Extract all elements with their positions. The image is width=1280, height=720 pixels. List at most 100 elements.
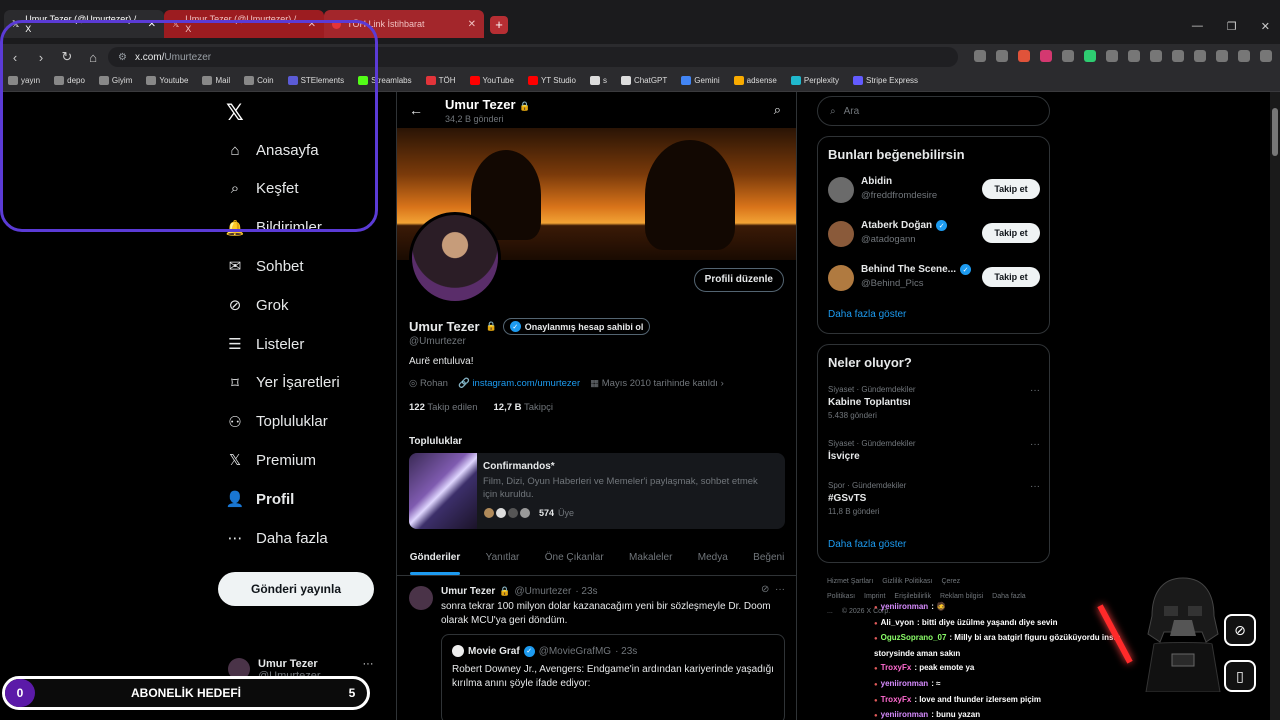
nav-item-grok[interactable]: ⊘ Grok — [226, 293, 289, 317]
search-icon[interactable]: ⌕ — [774, 102, 781, 118]
footer-link[interactable]: Imprint — [864, 593, 885, 600]
nav-item-messages[interactable]: ✉ Sohbet — [226, 254, 304, 278]
nav-item-label: Daha fazla — [256, 529, 328, 547]
tab-5[interactable]: Beğeni — [753, 542, 784, 575]
get-verified-button[interactable]: ✓ Onaylanmış hesap sahibi ol — [502, 318, 651, 335]
wallet-icon[interactable] — [1194, 50, 1206, 62]
nav-item-profile[interactable]: 👤 Profil — [226, 487, 295, 511]
suggestion-row[interactable]: Ataberk Doğan ✓ @atadogann Takip et — [828, 217, 1040, 251]
scrollbar[interactable] — [1270, 92, 1280, 720]
brave-shield-icon[interactable] — [1018, 50, 1030, 62]
trend-category: Siyaset · Gündemdekiler — [828, 439, 916, 448]
new-tab-button[interactable]: + — [490, 16, 508, 34]
community-card[interactable]: Confirmandos* Film, Dizi, Oyun Haberleri… — [409, 453, 785, 529]
footer-link[interactable]: Reklam bilgisi — [940, 593, 983, 600]
extension-icon[interactable] — [1128, 50, 1140, 62]
footer-link[interactable]: Erişilebilirlik — [894, 593, 931, 600]
avatar[interactable] — [409, 586, 433, 610]
music-icon[interactable] — [1150, 50, 1162, 62]
tab-4[interactable]: Medya — [698, 542, 728, 575]
avatar[interactable] — [828, 177, 854, 203]
follow-button[interactable]: Takip et — [982, 267, 1040, 287]
follow-button[interactable]: Takip et — [982, 179, 1040, 199]
nav-item-lists[interactable]: ☰ Listeler — [226, 332, 304, 356]
avatar[interactable] — [828, 221, 854, 247]
trends-title: Neler oluyor? — [828, 355, 912, 370]
join-date[interactable]: ▦ Mayıs 2010 tarihinde katıldı › — [590, 378, 724, 389]
sidebar-icon[interactable] — [1172, 50, 1184, 62]
search-input[interactable]: ⌕ Ara — [817, 96, 1050, 126]
more-icon[interactable]: ··· — [363, 658, 374, 682]
suggestion-row[interactable]: Abidin @freddfromdesire Takip et — [828, 173, 1040, 207]
brave-rewards-icon[interactable] — [1040, 50, 1052, 62]
nav-item-label: Topluluklar — [256, 413, 328, 431]
tweet-time[interactable]: · 23s — [575, 586, 597, 597]
trend-item[interactable]: Spor · Gündemdekiler #GSvTS 11,8 B gönderi… — [828, 481, 1040, 516]
tweet[interactable]: Umur Tezer 🔒 @Umurtezer · 23s ⊘ ··· sonr… — [397, 578, 796, 720]
close-icon[interactable]: ✕ — [468, 19, 476, 30]
bookmark-item[interactable]: YouTube — [469, 76, 514, 85]
show-more-link[interactable]: Daha fazla göster — [828, 309, 906, 320]
tab-0[interactable]: Gönderiler — [409, 542, 460, 575]
extension-icon[interactable] — [1084, 50, 1096, 62]
goal-target: 5 — [348, 686, 356, 700]
nav-item-premium[interactable]: 𝕏 Premium — [226, 448, 316, 472]
tab-1[interactable]: Yanıtlar — [486, 542, 520, 575]
following-link[interactable]: 122 Takip edilen — [409, 402, 478, 413]
profile-avatar[interactable] — [409, 212, 501, 304]
trend-item[interactable]: Siyaset · Gündemdekiler Kabine Toplantısı… — [828, 385, 1040, 420]
bookmark-item[interactable]: adsense — [733, 76, 777, 85]
trend-title: #GSvTS — [828, 493, 867, 504]
trend-item[interactable]: Siyaset · Gündemdekiler İsviçre ··· — [828, 439, 1040, 462]
more-icon[interactable]: ··· — [1030, 481, 1040, 492]
quote-author[interactable]: Movie Graf — [468, 646, 520, 657]
extension-icon[interactable] — [1062, 50, 1074, 62]
more-icon[interactable]: ··· — [1030, 385, 1040, 396]
footer-link[interactable]: Gizlilik Politikası — [882, 578, 932, 585]
menu-icon[interactable] — [1260, 50, 1272, 62]
nav-item-communities[interactable]: ⚇ Topluluklar — [226, 410, 328, 434]
bookmark-item[interactable]: ChatGPT — [620, 76, 667, 85]
more-icon[interactable]: ··· — [775, 584, 785, 595]
quoted-tweet[interactable]: Movie Graf ✓ @MovieGrafMG · 23s Robert D… — [441, 634, 785, 720]
avatar[interactable] — [828, 265, 854, 291]
stream-widget-button[interactable]: ⊘ — [1224, 614, 1256, 646]
close-window-icon[interactable]: ✕ — [1261, 20, 1270, 33]
show-more-link[interactable]: Daha fazla göster — [828, 539, 906, 550]
share-icon[interactable] — [996, 50, 1008, 62]
download-icon[interactable] — [1216, 50, 1228, 62]
grok-icon[interactable]: ⊘ — [761, 584, 769, 595]
nav-item-bookmarks[interactable]: ⌑ Yer İşaretleri — [226, 371, 340, 395]
profile-tabs: Gönderiler Yanıtlar Öne Çıkanlar Makaleler M… — [397, 542, 796, 576]
restore-icon[interactable]: ❐ — [1227, 20, 1237, 33]
scrollbar-thumb[interactable] — [1272, 108, 1278, 156]
bookmark-icon — [853, 76, 863, 85]
tab-3[interactable]: Makaleler — [629, 542, 672, 575]
suggestion-row[interactable]: Behind The Scene... ✓ @Behind_Pics Takip et — [828, 261, 1040, 295]
follow-button[interactable]: Takip et — [982, 223, 1040, 243]
bookmark-item[interactable]: s — [589, 76, 607, 85]
profile-link[interactable]: 🔗 instagram.com/umurtezer — [458, 378, 580, 389]
extension-icon[interactable] — [1106, 50, 1118, 62]
minimize-icon[interactable]: — — [1192, 20, 1203, 33]
cast-icon[interactable] — [974, 50, 986, 62]
chat-text: : ≈ — [931, 678, 941, 688]
bookmark-item[interactable]: Stripe Express — [853, 76, 918, 85]
edit-profile-button[interactable]: Profili düzenle — [693, 268, 784, 292]
bookmark-item[interactable]: Gemini — [681, 76, 720, 85]
followers-link[interactable]: 12,7 B Takipçi — [494, 402, 554, 413]
bookmark-item[interactable]: YT Studio — [527, 76, 576, 85]
tweet-author[interactable]: Umur Tezer — [441, 586, 495, 597]
bookmark-item[interactable]: Perplexity — [790, 76, 839, 85]
post-button[interactable]: Gönderi yayınla — [218, 572, 374, 606]
footer-link[interactable]: Hizmet Şartları — [827, 578, 873, 585]
more-icon[interactable]: ··· — [1030, 439, 1040, 450]
stream-widget-button[interactable]: ▯ — [1224, 660, 1256, 692]
tab-2[interactable]: Öne Çıkanlar — [545, 542, 604, 575]
premium-icon: 𝕏 — [228, 452, 242, 470]
back-arrow-icon[interactable]: ← — [409, 102, 423, 118]
nav-item-more[interactable]: ⋯ Daha fazla — [226, 526, 328, 550]
vpn-icon[interactable] — [1238, 50, 1250, 62]
moviegraf-logo-icon — [452, 645, 464, 657]
bookmark-item[interactable]: TÖH — [425, 76, 456, 85]
